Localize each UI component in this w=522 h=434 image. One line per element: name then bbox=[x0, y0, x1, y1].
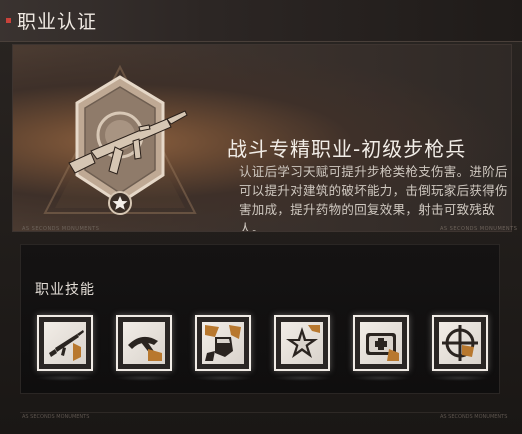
crosshair-skill-icon bbox=[439, 322, 481, 364]
role-hero-panel: 战斗专精职业-初级步枪兵 认证后学习天赋可提升步枪类枪支伤害。进阶后可以提升对建… bbox=[12, 44, 512, 232]
title-bar: 职业认证 bbox=[0, 0, 522, 42]
fist-rubble-skill-icon bbox=[202, 322, 244, 364]
skills-heading: 职业技能 bbox=[35, 282, 95, 298]
skill-glow bbox=[352, 375, 410, 381]
certification-window: 职业认证 战斗专精职业-初级步枪兵 认证后学习天赋可提升步枪类枪支伤害。进阶后可… bbox=[0, 0, 522, 434]
rifle-badge-icon bbox=[35, 53, 205, 228]
skill-slot-star[interactable] bbox=[274, 315, 330, 371]
skills-caption-right: AS SECONDS MONUMENTS bbox=[440, 414, 508, 420]
skill-glow bbox=[431, 375, 489, 381]
skill-glow bbox=[194, 375, 252, 381]
skills-caption-left: AS SECONDS MONUMENTS bbox=[22, 414, 90, 420]
axe-skill-icon bbox=[123, 322, 165, 364]
divider bbox=[20, 412, 500, 413]
medkit-skill-icon bbox=[360, 322, 402, 364]
skill-glow bbox=[36, 375, 94, 381]
skill-glow bbox=[273, 375, 331, 381]
skill-slot-medkit[interactable] bbox=[353, 315, 409, 371]
skill-slot-crosshair[interactable] bbox=[432, 315, 488, 371]
role-title: 战斗专精职业-初级步枪兵 bbox=[227, 137, 467, 161]
rifle-skill-icon bbox=[44, 322, 86, 364]
skill-slot-axe[interactable] bbox=[116, 315, 172, 371]
hero-caption-right: AS SECONDS MONUMENTS bbox=[440, 226, 518, 232]
title-marker bbox=[6, 18, 11, 23]
hero-caption-left: AS SECONDS MONUMENTS bbox=[22, 226, 100, 232]
skill-slot-rifle[interactable] bbox=[37, 315, 93, 371]
skill-glow bbox=[115, 375, 173, 381]
window-title: 职业认证 bbox=[17, 11, 98, 33]
role-description: 认证后学习天赋可提升步枪类枪支伤害。进阶后可以提升对建筑的破坏能力，击倒玩家后获… bbox=[239, 164, 508, 232]
skills-panel: 职业技能 bbox=[20, 244, 500, 394]
skill-slot-fist[interactable] bbox=[195, 315, 251, 371]
star-burst-skill-icon bbox=[281, 322, 323, 364]
